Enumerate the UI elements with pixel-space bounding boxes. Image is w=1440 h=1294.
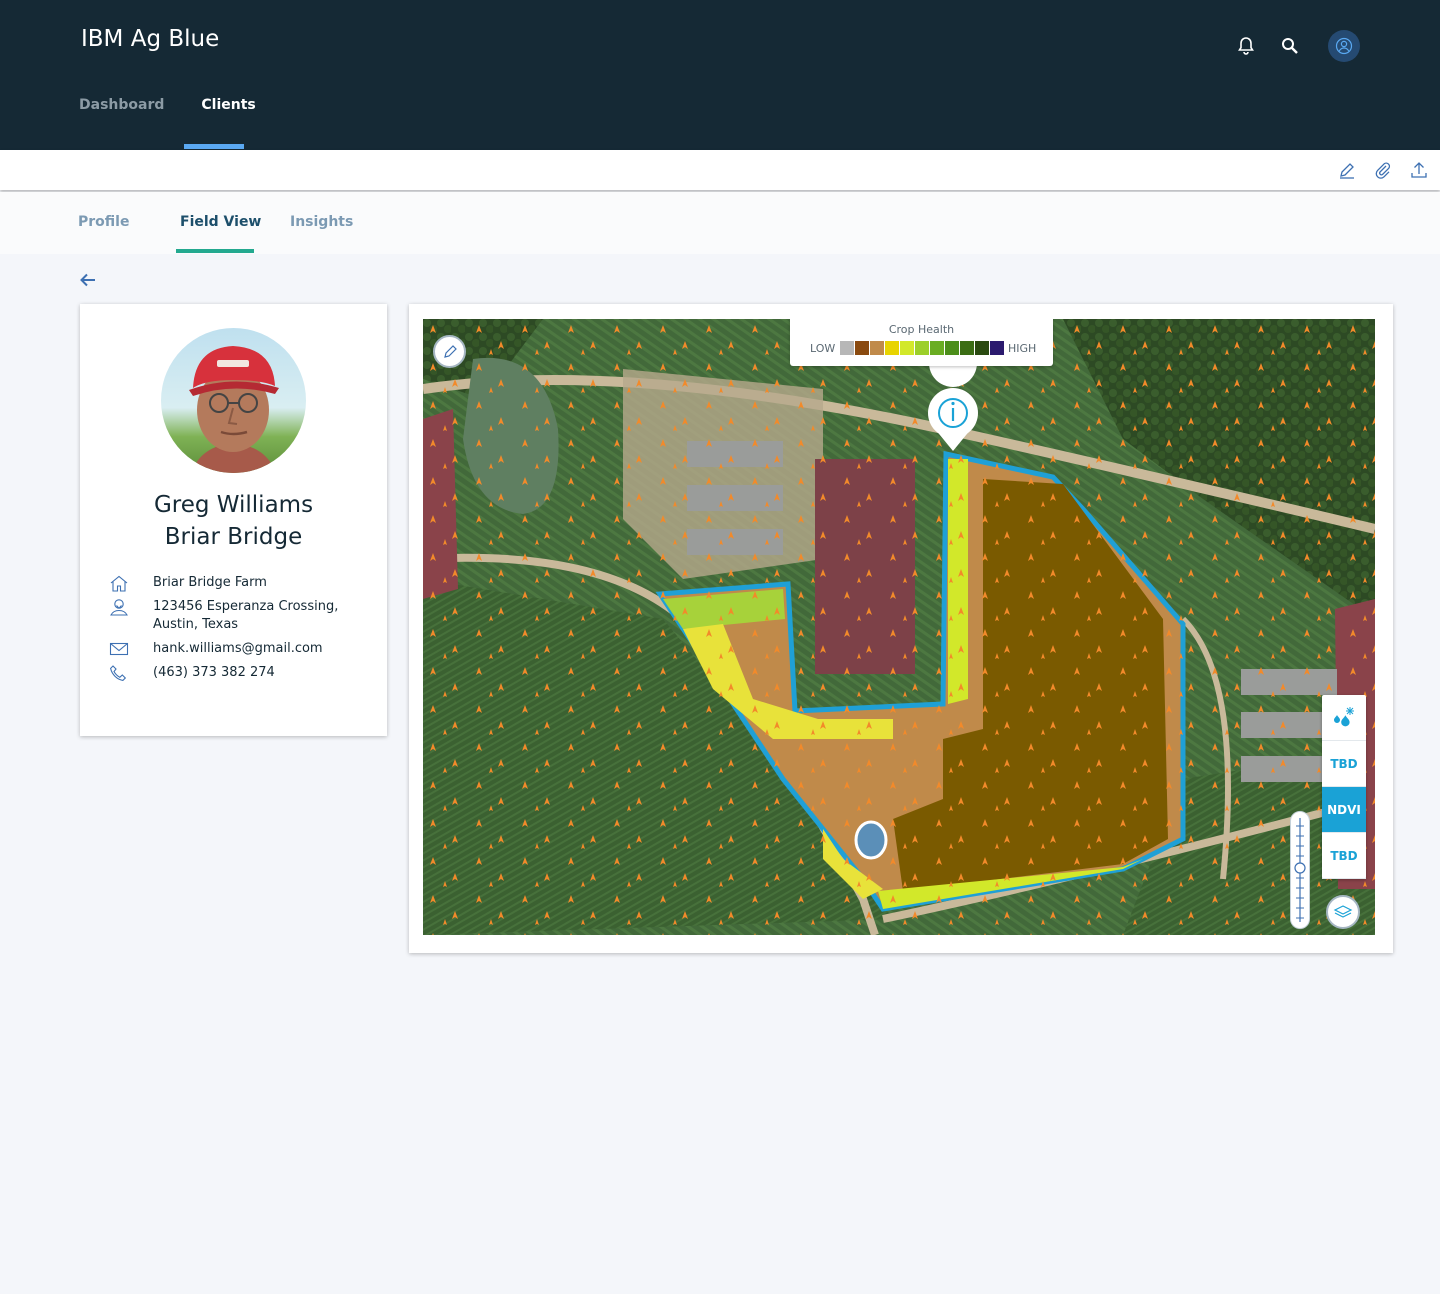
- address-line-2: Austin, Texas: [153, 617, 239, 632]
- search-icon[interactable]: [1274, 30, 1306, 62]
- toolbar-actions: [1322, 159, 1430, 181]
- legend-swatch: [840, 341, 854, 355]
- location-icon: [108, 598, 130, 616]
- field-map-card: Crop Health LOW HIGH TBD NDVI TBD: [409, 304, 1393, 953]
- crop-health-legend: Crop Health LOW HIGH: [790, 319, 1053, 366]
- draw-field-pencil-icon[interactable]: [433, 335, 466, 368]
- legend-swatch: [870, 341, 884, 355]
- legend-swatch: [885, 341, 899, 355]
- satellite-map-image: [423, 319, 1375, 935]
- farm-row: Briar Bridge Farm: [108, 574, 368, 592]
- tab-active-indicator: [176, 249, 254, 253]
- address-line-1: 123456 Esperanza Crossing,: [153, 599, 339, 614]
- legend-swatch: [945, 341, 959, 355]
- legend-swatches: [840, 341, 1005, 355]
- farm-name: Briar Bridge Farm: [153, 575, 267, 590]
- address: 123456 Esperanza Crossing, Austin, Texas: [153, 598, 338, 634]
- user-avatar-button[interactable]: [1328, 30, 1360, 62]
- legend-swatch: [900, 341, 914, 355]
- upload-icon[interactable]: [1408, 159, 1430, 181]
- farm-title: Briar Bridge: [164, 524, 303, 550]
- edit-icon[interactable]: [1336, 159, 1358, 181]
- client-details: Briar Bridge Farm 123456 Esperanza Cross…: [108, 574, 368, 688]
- legend-swatch: [855, 341, 869, 355]
- client-name: Greg Williams: [153, 492, 314, 518]
- layers-icon[interactable]: [1326, 895, 1360, 929]
- email-row: hank.williams@gmail.com: [108, 640, 368, 658]
- legend-swatch: [930, 341, 944, 355]
- attachment-icon[interactable]: [1372, 159, 1394, 181]
- phone-icon: [108, 664, 130, 682]
- legend-swatch: [990, 341, 1004, 355]
- phone-row: (463) 373 382 274: [108, 664, 368, 682]
- mail-icon: [108, 640, 130, 658]
- layer-tbd-2[interactable]: TBD: [1322, 833, 1366, 879]
- phone[interactable]: (463) 373 382 274: [153, 664, 275, 682]
- action-toolbar: [0, 150, 1440, 190]
- address-row: 123456 Esperanza Crossing, Austin, Texas: [108, 598, 368, 634]
- nav-clients[interactable]: Clients: [201, 97, 255, 113]
- client-photo: [161, 328, 306, 473]
- app-header: IBM Ag Blue Dashboard Clients: [0, 0, 1440, 150]
- field-map[interactable]: Crop Health LOW HIGH TBD NDVI TBD: [423, 319, 1375, 935]
- layer-weather-water-icon[interactable]: [1322, 695, 1366, 741]
- notification-bell-icon[interactable]: [1230, 30, 1262, 62]
- client-subtabs: Profile Field View Insights: [0, 192, 1440, 254]
- legend-low-label: LOW: [810, 342, 836, 355]
- main-nav: Dashboard Clients: [79, 97, 293, 113]
- legend-high-label: HIGH: [1008, 342, 1037, 355]
- legend-swatch: [975, 341, 989, 355]
- app-title: IBM Ag Blue: [81, 26, 220, 52]
- legend-title: Crop Health: [888, 323, 955, 336]
- layer-ndvi[interactable]: NDVI: [1322, 787, 1366, 833]
- tab-field-view[interactable]: Field View: [180, 214, 261, 230]
- header-actions: [1218, 30, 1360, 62]
- layer-tbd-1[interactable]: TBD: [1322, 741, 1366, 787]
- nav-active-indicator: [184, 144, 244, 149]
- zoom-slider[interactable]: [1290, 811, 1310, 929]
- email[interactable]: hank.williams@gmail.com: [153, 640, 323, 658]
- nav-dashboard[interactable]: Dashboard: [79, 97, 164, 113]
- legend-swatch: [960, 341, 974, 355]
- tab-profile[interactable]: Profile: [78, 214, 129, 230]
- home-icon: [108, 574, 130, 592]
- client-profile-card: Greg Williams Briar Bridge Briar Bridge …: [80, 304, 387, 736]
- back-arrow-icon[interactable]: [78, 270, 98, 290]
- legend-swatch: [915, 341, 929, 355]
- tab-insights[interactable]: Insights: [290, 214, 353, 230]
- layer-selector-panel: TBD NDVI TBD: [1322, 695, 1366, 879]
